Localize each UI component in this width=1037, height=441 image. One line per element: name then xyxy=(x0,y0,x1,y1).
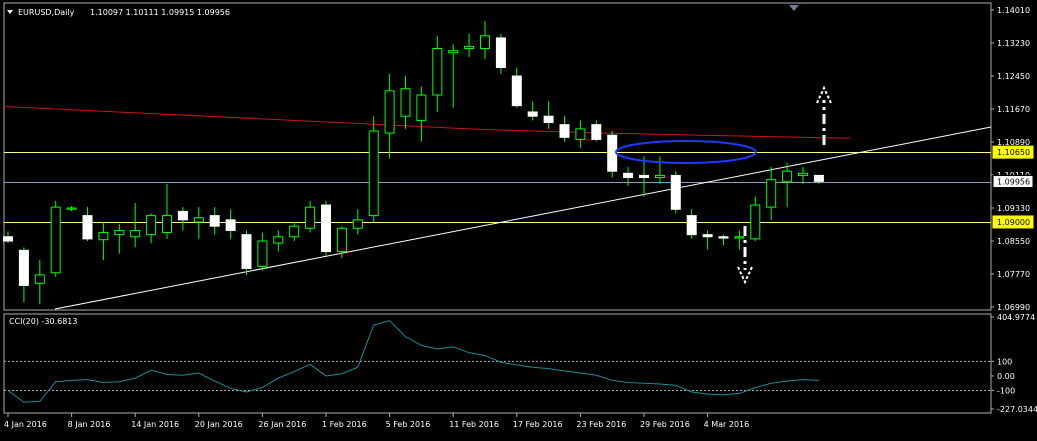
candle-body xyxy=(432,48,443,96)
candle-body xyxy=(782,170,793,183)
candle-body xyxy=(34,274,45,284)
ohlc-readout: 1.10097 1.10111 1.09915 1.09956 xyxy=(90,8,230,17)
date-label: 4 Mar 2016 xyxy=(704,420,750,429)
candle-body xyxy=(575,128,586,140)
date-label: 26 Jan 2016 xyxy=(258,420,306,429)
candle-body xyxy=(209,215,220,227)
candle-body xyxy=(750,204,761,240)
candle-body xyxy=(654,174,665,179)
date-label: 20 Jan 2016 xyxy=(195,420,243,429)
price-tick-label: 1.08550 xyxy=(997,237,1030,246)
price-tick-label: 1.14010 xyxy=(997,6,1030,15)
candle-body xyxy=(813,174,824,182)
date-label: 23 Feb 2016 xyxy=(576,420,626,429)
candle-body xyxy=(225,219,236,231)
chart-area: EURUSD,Daily 1.10097 1.10111 1.09915 1.09… xyxy=(0,0,1037,437)
price-tick-label: 1.13230 xyxy=(997,39,1030,48)
candle-body xyxy=(527,111,538,117)
scroll-marker-icon xyxy=(789,5,799,11)
price-tick-label: 1.06990 xyxy=(997,303,1030,312)
candle-body xyxy=(50,206,61,274)
candle-body xyxy=(368,130,379,217)
price-tick-label: 1.07770 xyxy=(997,270,1030,279)
candle-body xyxy=(543,115,554,124)
candle-body xyxy=(241,234,252,269)
price-tick-label: 1.09330 xyxy=(997,204,1030,213)
price-label-text: 1.09000 xyxy=(997,218,1030,227)
moving-average-line xyxy=(3,105,851,139)
candle-body xyxy=(718,236,729,239)
candle-body xyxy=(591,124,602,140)
cci-tick-label: -100 xyxy=(997,387,1015,396)
candle-body xyxy=(686,215,697,236)
candle-body xyxy=(511,75,522,107)
date-label: 4 Jan 2016 xyxy=(4,420,47,429)
candle-body xyxy=(798,172,808,176)
candle-body xyxy=(384,90,395,134)
candle-body xyxy=(130,229,141,238)
candle-body xyxy=(273,236,284,244)
date-label: 8 Jan 2016 xyxy=(68,420,111,429)
price-label-text: 1.10650 xyxy=(997,148,1030,157)
candle-body xyxy=(114,229,125,236)
candle-body xyxy=(305,206,316,229)
symbol-label: EURUSD,Daily xyxy=(18,8,75,17)
date-label: 17 Feb 2016 xyxy=(513,420,563,429)
candle-body xyxy=(734,236,745,239)
candle-body xyxy=(559,124,570,138)
price-tick-label: 1.12450 xyxy=(997,72,1030,81)
date-label: 1 Feb 2016 xyxy=(322,420,367,429)
candle-body xyxy=(18,249,29,286)
cci-tick-label: 404.9774 xyxy=(997,313,1035,322)
candle-body xyxy=(416,94,427,121)
date-label: 5 Feb 2016 xyxy=(386,420,431,429)
cci-tick-label: -227.0344 xyxy=(997,405,1037,414)
candle-body xyxy=(702,234,713,238)
cci-tick-label: 100 xyxy=(997,357,1012,366)
candle-body xyxy=(639,174,649,179)
candle-body xyxy=(352,219,363,229)
candle-body xyxy=(162,215,172,234)
candle-body xyxy=(257,240,268,267)
candle-body xyxy=(177,210,188,221)
date-label: 14 Jan 2016 xyxy=(131,420,179,429)
candle-body xyxy=(3,236,13,242)
cci-tick-label: 0.00 xyxy=(997,372,1015,381)
candle-body xyxy=(321,204,331,253)
candle-body xyxy=(495,37,506,69)
candle-body xyxy=(670,174,681,210)
candle-body xyxy=(146,215,157,236)
candle-body xyxy=(448,50,459,54)
candle-body xyxy=(66,207,77,210)
trading-chart: EURUSD,Daily 1.10097 1.10111 1.09915 1.09… xyxy=(3,2,1037,429)
candle-body xyxy=(400,88,411,117)
price-tick-label: 1.11670 xyxy=(997,105,1030,114)
candle-body xyxy=(193,217,204,223)
candle-body xyxy=(623,172,634,179)
candle-body xyxy=(82,215,93,240)
date-label: 29 Feb 2016 xyxy=(640,420,690,429)
symbol-dropdown-icon xyxy=(7,10,13,14)
candle-body xyxy=(289,225,300,238)
cci-label: CCI(20) -30.6813 xyxy=(9,317,77,326)
candle-body xyxy=(480,35,490,50)
candle-body xyxy=(336,227,347,253)
cci-panel-frame xyxy=(3,313,992,414)
candle-body xyxy=(98,232,109,241)
date-label: 11 Feb 2016 xyxy=(449,420,499,429)
price-tick-label: 1.10890 xyxy=(997,138,1030,147)
candle-body xyxy=(464,45,475,50)
candle-body xyxy=(766,179,777,208)
price-label-text: 1.09956 xyxy=(997,178,1030,187)
